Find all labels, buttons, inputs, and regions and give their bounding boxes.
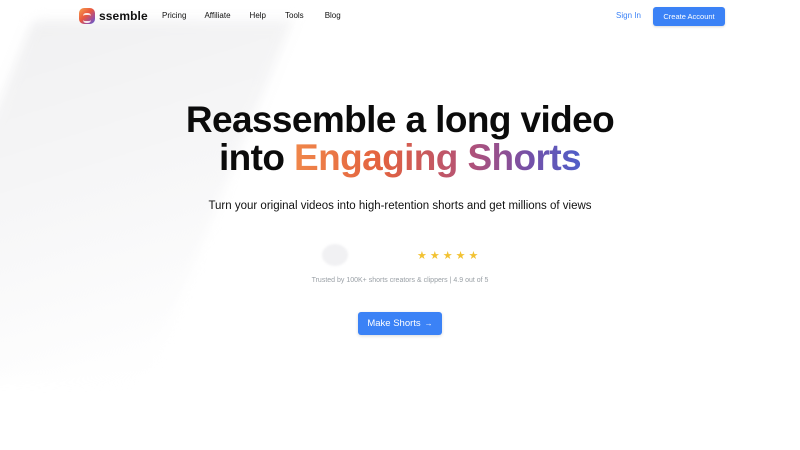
star-icon: ★: [429, 250, 440, 262]
make-shorts-label: Make Shorts: [367, 318, 421, 329]
nav-link-tools[interactable]: Tools: [285, 11, 304, 20]
top-navigation: ssemble Pricing Affiliate Help Tools Blo…: [0, 0, 800, 32]
headline-gradient-text: Engaging Shorts: [294, 137, 582, 178]
star-icon: ★: [468, 250, 479, 262]
hero-subtitle: Turn your original videos into high-rete…: [208, 200, 592, 212]
brand-name: ssemble: [99, 9, 148, 23]
rating-stars: ★ ★ ★ ★ ★: [417, 251, 478, 262]
star-icon: ★: [442, 250, 453, 262]
headline-prefix: into: [218, 137, 295, 178]
trust-text: Trusted by 100K+ shorts creators & clipp…: [311, 277, 489, 284]
background-blob: [322, 244, 348, 266]
nav-links: Pricing Affiliate Help Tools Blog: [162, 11, 341, 20]
headline-line-1: Reassemble a long video: [185, 99, 615, 140]
nav-link-affiliate[interactable]: Affiliate: [204, 11, 230, 20]
make-shorts-button[interactable]: Make Shorts →: [358, 312, 442, 335]
sign-in-link[interactable]: Sign In: [616, 11, 641, 20]
headline-line-2: into Engaging Shorts: [0, 139, 800, 176]
create-account-button[interactable]: Create Account: [653, 7, 725, 26]
brand[interactable]: ssemble: [79, 8, 148, 24]
arrow-right-icon: →: [424, 319, 433, 328]
star-icon: ★: [455, 250, 466, 262]
nav-link-pricing[interactable]: Pricing: [162, 11, 186, 20]
ssemble-logo-icon: [79, 8, 95, 24]
nav-link-blog[interactable]: Blog: [325, 11, 341, 20]
nav-link-help[interactable]: Help: [250, 11, 266, 20]
star-icon: ★: [417, 250, 427, 262]
